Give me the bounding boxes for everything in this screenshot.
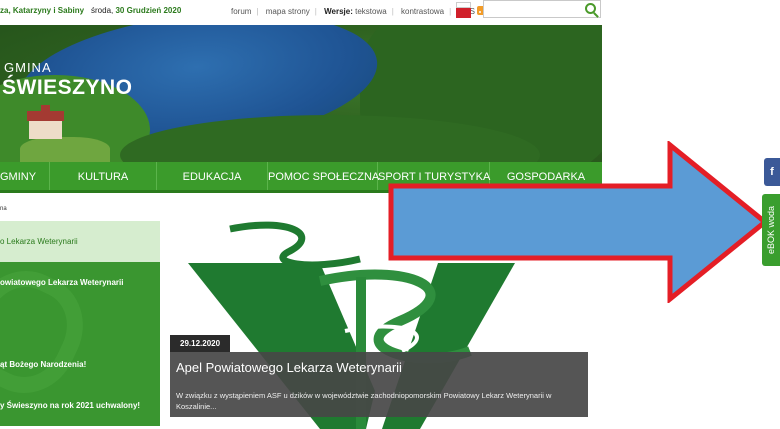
polish-flag-icon[interactable] xyxy=(456,2,471,18)
search-icon[interactable] xyxy=(585,3,596,14)
version-label: Wersje: xyxy=(324,7,353,16)
nav-item-gminy[interactable]: GMINY xyxy=(0,162,50,190)
breadcrumb[interactable]: na xyxy=(0,206,7,212)
facebook-icon[interactable]: f xyxy=(764,158,780,186)
date-value: 30 Grudzień 2020 xyxy=(115,6,182,15)
page: za, Katarzyny i Sabiny środa, 30 Grudzie… xyxy=(0,0,780,429)
text-version-link[interactable]: tekstowa xyxy=(355,7,387,16)
sidebar-item[interactable]: ąt Bożego Narodzenia! xyxy=(0,360,86,369)
ebok-water-tab[interactable]: eBOK woda xyxy=(762,194,780,266)
name-day: za, Katarzyny i Sabiny xyxy=(0,6,85,15)
sidebar-item[interactable]: owiatowego Lekarza Weterynarii xyxy=(0,278,123,287)
nav-item-kultura[interactable]: KULTURA xyxy=(50,162,157,190)
brand-subtitle: GMINA xyxy=(4,60,52,75)
palace-image xyxy=(27,105,64,143)
brand-title[interactable]: ŚWIESZYNO xyxy=(2,76,133,100)
contrast-link[interactable]: kontrastowa xyxy=(401,7,444,16)
article-title[interactable]: Apel Powiatowego Lekarza Weterynarii xyxy=(176,360,402,375)
sidebar-item[interactable]: y Świeszyno na rok 2021 uchwalony! xyxy=(0,401,140,410)
search-input[interactable] xyxy=(483,0,601,18)
arrow-right-icon xyxy=(388,141,768,303)
forum-link[interactable]: forum xyxy=(231,7,251,16)
nav-item-pomoc-spoleczna[interactable]: POMOC SPOŁECZNA xyxy=(268,162,379,190)
current-date: środa, 30 Grudzień 2020 xyxy=(91,6,182,15)
article-date: 29.12.2020 xyxy=(170,335,230,352)
nav-item-edukacja[interactable]: EDUKACJA xyxy=(157,162,268,190)
sitemap-link[interactable]: mapa strony xyxy=(266,7,310,16)
top-links: forum | mapa strony | Wersje: tekstowa | ko… xyxy=(231,6,486,16)
sidebar-item-active[interactable]: o Lekarza Weterynarii xyxy=(0,221,160,262)
article-excerpt: W związku z wystąpieniem ASF u dzików w … xyxy=(176,391,552,411)
sidebar-list: owiatowego Lekarza Weterynarii ąt Bożego… xyxy=(0,262,160,426)
article-caption[interactable]: Apel Powiatowego Lekarza Weterynarii W z… xyxy=(170,352,588,417)
